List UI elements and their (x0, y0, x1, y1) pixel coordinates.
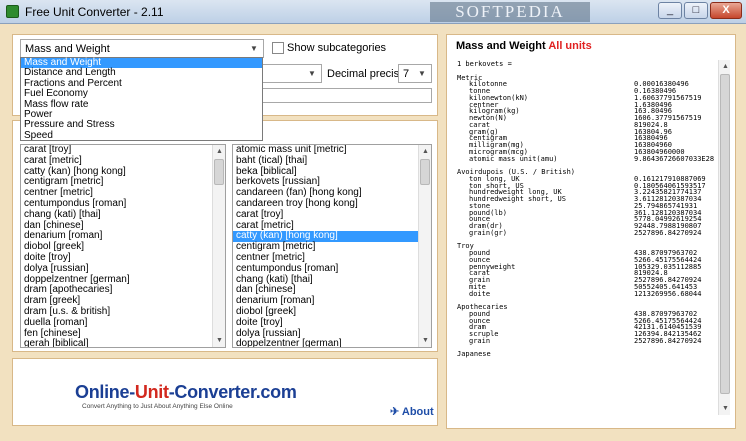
dropdown-item[interactable]: Speed (21, 130, 262, 141)
results-unit-name: grain (469, 336, 491, 345)
scroll-up-icon[interactable]: ▲ (214, 146, 225, 157)
list-item[interactable]: chang (kati) [thai] (21, 209, 225, 221)
scroll-thumb[interactable] (720, 74, 730, 394)
category-dropdown-list[interactable]: Mass and Weight Distance and Length Frac… (20, 57, 263, 141)
category-select-value: Mass and Weight (25, 43, 110, 55)
from-list-scrollbar[interactable]: ▲ ▼ (212, 145, 225, 347)
chevron-down-icon[interactable]: ▼ (247, 42, 261, 55)
dropdown-item[interactable]: Mass flow rate (21, 99, 262, 110)
list-item[interactable]: baht (tical) [thai] (233, 155, 431, 167)
close-button[interactable]: X (710, 2, 742, 19)
scroll-up-icon[interactable]: ▲ (720, 61, 731, 72)
show-subcategories-checkbox[interactable] (272, 42, 284, 54)
show-subcategories-label: Show subcategories (287, 42, 387, 54)
unit-filter-select[interactable]: ▼ (262, 64, 322, 83)
to-unit-list[interactable]: atomic mass unit [metric] baht (tical) [… (232, 144, 432, 348)
app-icon (6, 5, 19, 18)
logo-part-right: -Converter.com (168, 382, 297, 402)
list-item[interactable]: doppelzentner [german] (233, 339, 431, 347)
list-item[interactable]: doite [troy] (233, 317, 431, 329)
results-category: Mass and Weight (456, 40, 546, 52)
results-section-name: Japanese (457, 350, 491, 359)
results-scrollbar[interactable]: ▲ ▼ (718, 60, 730, 415)
dropdown-item[interactable]: Fuel Economy (21, 88, 262, 99)
results-unit-value: 9.86436726607033E28 (634, 154, 715, 163)
precision-select[interactable]: 7 ▼ (398, 64, 432, 83)
results-unit-name: atomic mass unit(amu) (469, 154, 558, 163)
results-unit-name: doite (469, 289, 491, 298)
chevron-down-icon[interactable]: ▼ (305, 67, 319, 80)
about-link[interactable]: ✈ About (390, 405, 434, 418)
scroll-thumb[interactable] (420, 159, 430, 185)
results-unit-value: 1213269956.68044 (634, 289, 702, 298)
online-unit-converter-logo[interactable]: Online-Unit-Converter.com (75, 382, 297, 403)
list-item[interactable]: carat [troy] (233, 209, 431, 221)
title-bar: Free Unit Converter - 2.11 SOFTPEDIA _ □… (0, 0, 746, 24)
logo-part-accent: Unit (134, 382, 169, 402)
list-item[interactable]: dolya [russian] (21, 263, 225, 275)
logo-part-left: Online- (75, 382, 135, 402)
chevron-down-icon[interactable]: ▼ (415, 67, 429, 80)
scroll-down-icon[interactable]: ▼ (720, 403, 731, 414)
list-item[interactable]: carat [metric] (21, 155, 225, 167)
precision-value: 7 (403, 68, 410, 80)
scroll-down-icon[interactable]: ▼ (420, 335, 431, 346)
about-label: About (401, 406, 434, 418)
category-select[interactable]: Mass and Weight ▼ (20, 39, 264, 58)
info-icon: ✈ (390, 406, 400, 418)
logo-tagline: Convert Anything to Just About Anything … (82, 403, 233, 410)
scroll-down-icon[interactable]: ▼ (214, 335, 225, 346)
results-heading: Mass and Weight All units (456, 40, 592, 52)
results-unit-value: 2527896.84270924 (634, 336, 702, 345)
scroll-up-icon[interactable]: ▲ (420, 146, 431, 157)
maximize-button[interactable]: □ (684, 2, 708, 19)
list-item[interactable]: gerah [biblical] (21, 339, 225, 347)
list-item[interactable]: centumpondus [roman] (233, 263, 431, 275)
softpedia-watermark: SOFTPEDIA (430, 2, 590, 22)
scroll-thumb[interactable] (214, 159, 224, 185)
to-list-scrollbar[interactable]: ▲ ▼ (418, 145, 431, 347)
results-unit-name: grain(gr) (469, 228, 507, 237)
from-unit-list[interactable]: carat [troy] carat [metric] catty (kan) … (20, 144, 226, 348)
results-unit-value: 2527896.84270924 (634, 228, 702, 237)
results-header-line: 1 berkovets = (457, 60, 512, 68)
results-heading-accent: All units (548, 40, 592, 52)
value-input[interactable] (262, 88, 432, 103)
results-text-area[interactable]: 1 berkovets = Metric kilotonne 0.0001638049… (455, 60, 717, 415)
list-item[interactable]: duella [roman] (21, 317, 225, 329)
minimize-button[interactable]: _ (658, 2, 682, 19)
window-title: Free Unit Converter - 2.11 (25, 5, 164, 19)
dropdown-item[interactable]: Pressure and Stress (21, 119, 262, 130)
